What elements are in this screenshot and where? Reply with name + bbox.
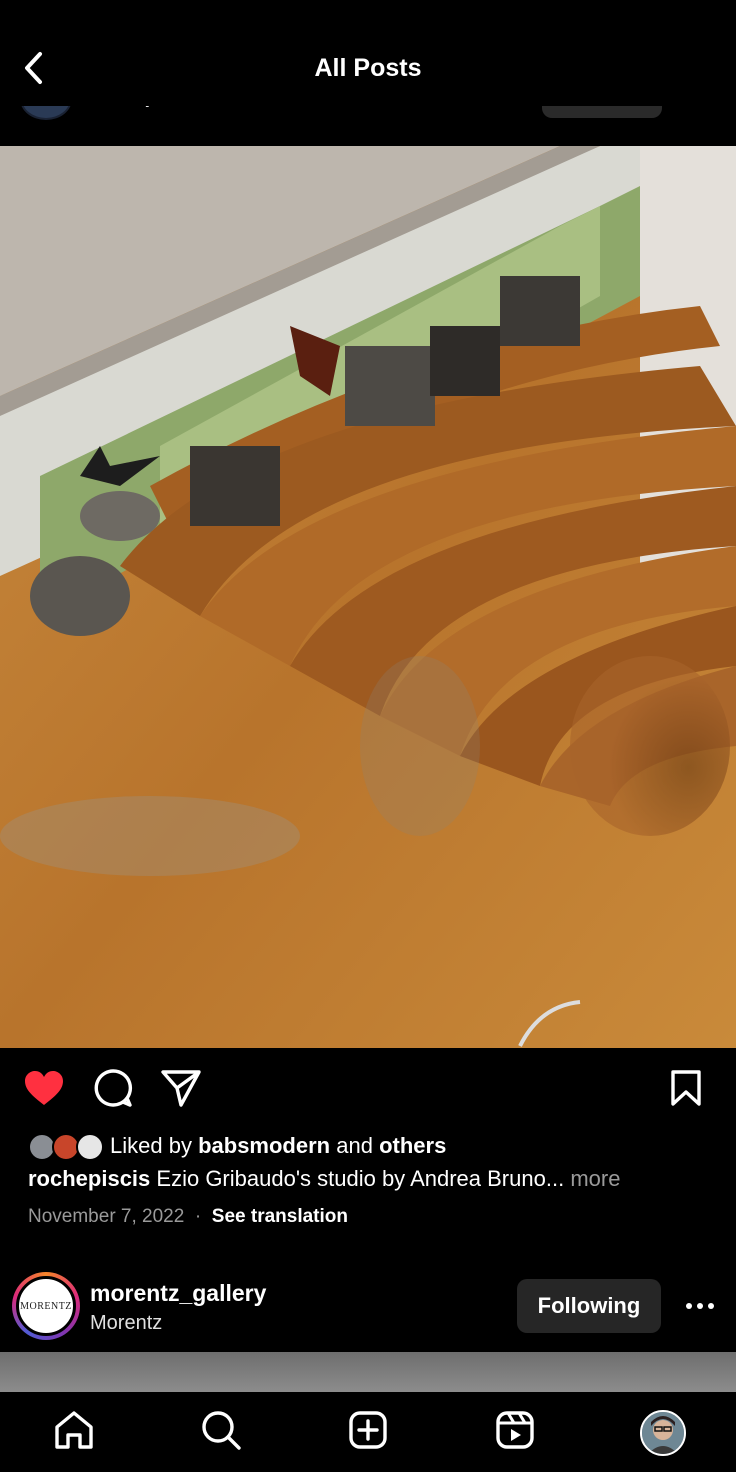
story-ring[interactable]: MORENTZ — [12, 1272, 80, 1340]
staircase-photo — [0, 146, 736, 1048]
post-actions — [0, 1064, 736, 1114]
caption-username[interactable]: rochepiscis — [28, 1166, 150, 1191]
page-title: All Posts — [314, 54, 422, 82]
bookmark-icon — [671, 1070, 701, 1106]
like-button[interactable] — [22, 1066, 66, 1110]
heart-icon — [25, 1071, 63, 1105]
plus-square-icon — [349, 1411, 387, 1449]
tab-create[interactable] — [344, 1406, 392, 1454]
avatar — [76, 1133, 104, 1161]
caption-more-link[interactable]: more — [570, 1166, 620, 1191]
following-button[interactable]: Following — [517, 1279, 661, 1333]
more-options-button[interactable] — [680, 1288, 720, 1324]
avatar: MORENTZ — [16, 1276, 76, 1336]
post-username[interactable]: morentz_gallery — [90, 1280, 266, 1307]
liked-by-prefix: Liked by — [110, 1133, 192, 1158]
tab-search[interactable] — [197, 1406, 245, 1454]
post-subtitle: Morentz — [90, 1312, 163, 1334]
profile-avatar — [642, 1412, 684, 1454]
save-button[interactable] — [664, 1066, 708, 1110]
liker-avatars — [28, 1131, 106, 1161]
likes-row[interactable]: Liked by babsmodern and others — [28, 1128, 446, 1164]
post-meta: November 7, 2022 · See translation — [28, 1206, 348, 1228]
tab-profile[interactable] — [640, 1410, 686, 1456]
post-caption: rochepiscis Ezio Gribaudo's studio by An… — [28, 1166, 728, 1192]
liked-by-user[interactable]: babsmodern — [198, 1133, 330, 1159]
caption-text: Ezio Gribaudo's studio by Andrea Bruno..… — [156, 1166, 565, 1191]
comment-icon — [94, 1069, 133, 1107]
bottom-tab-bar — [0, 1392, 736, 1472]
comment-button[interactable] — [91, 1066, 135, 1110]
top-bar: All Posts — [0, 14, 736, 106]
next-post-image[interactable] — [0, 1352, 736, 1392]
search-icon — [202, 1411, 241, 1450]
post-image[interactable] — [0, 146, 736, 1048]
status-bar — [0, 0, 736, 14]
reels-icon — [496, 1411, 534, 1449]
meta-separator: · — [194, 1206, 202, 1227]
share-button[interactable] — [159, 1066, 203, 1110]
more-horizontal-icon — [686, 1303, 714, 1309]
tab-home[interactable] — [50, 1406, 98, 1454]
tab-reels[interactable] — [491, 1406, 539, 1454]
post-date: November 7, 2022 — [28, 1206, 185, 1227]
see-translation-link[interactable]: See translation — [212, 1206, 348, 1227]
home-icon — [55, 1411, 93, 1449]
next-post-header: MORENTZ morentz_gallery Morentz Followin… — [0, 1270, 736, 1350]
liked-by-others[interactable]: others — [379, 1133, 446, 1159]
liked-by-conjunction: and — [336, 1133, 373, 1158]
paper-plane-icon — [161, 1070, 201, 1107]
